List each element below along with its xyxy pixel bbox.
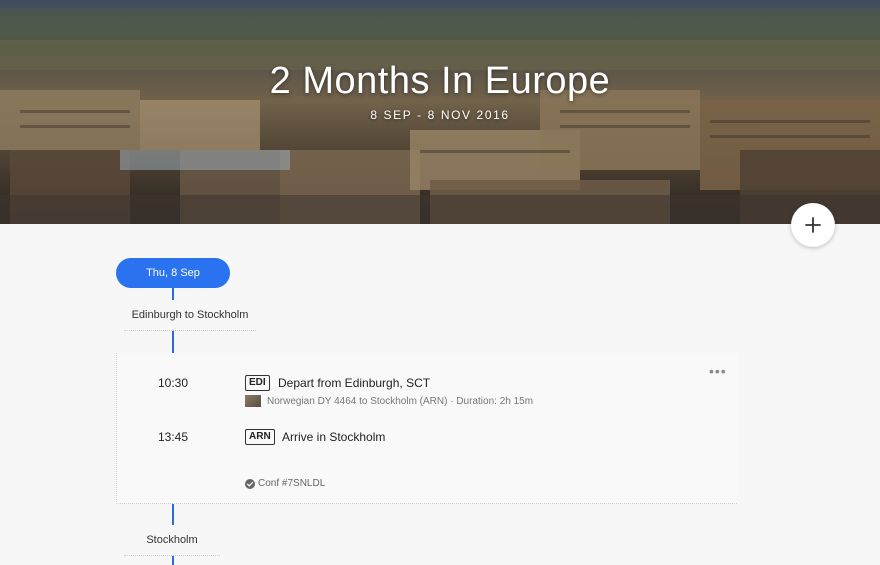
arrive-time: 13:45 — [158, 430, 189, 444]
more-options-button[interactable]: ••• — [709, 363, 727, 379]
depart-title[interactable]: Depart from Edinburgh, SCT — [278, 376, 430, 390]
timeline-connector — [172, 555, 174, 565]
section-label-stockholm[interactable]: Stockholm — [124, 525, 220, 556]
confirmation-number: Conf #7SNLDL — [258, 478, 326, 489]
check-circle-icon — [245, 478, 255, 489]
timeline-connector — [172, 503, 174, 525]
trip-title: 2 Months In Europe — [269, 60, 611, 102]
trip-dates: 8 SEP - 8 NOV 2016 — [370, 108, 510, 122]
confirmation: Conf #7SNLDL — [245, 478, 325, 489]
flight-card[interactable]: ••• 10:30 EDI Depart from Edinburgh, SCT… — [116, 353, 737, 504]
timeline-connector — [172, 288, 174, 300]
flight-details: Norwegian DY 4464 to Stockholm (ARN) · D… — [267, 396, 534, 407]
airport-code-badge: ARN — [245, 429, 275, 445]
hero-banner: 2 Months In Europe 8 SEP - 8 NOV 2016 — [0, 0, 880, 224]
arrive-title[interactable]: Arrive in Stockholm — [282, 430, 385, 444]
add-button[interactable] — [791, 203, 835, 247]
airline-logo — [245, 395, 261, 407]
plus-icon — [805, 217, 821, 233]
day-pill-button[interactable]: Thu, 8 Sep — [116, 258, 230, 288]
airport-code-badge: EDI — [245, 375, 270, 391]
segment-label[interactable]: Edinburgh to Stockholm — [124, 300, 256, 331]
timeline-connector — [172, 330, 174, 353]
depart-time: 10:30 — [158, 376, 189, 390]
